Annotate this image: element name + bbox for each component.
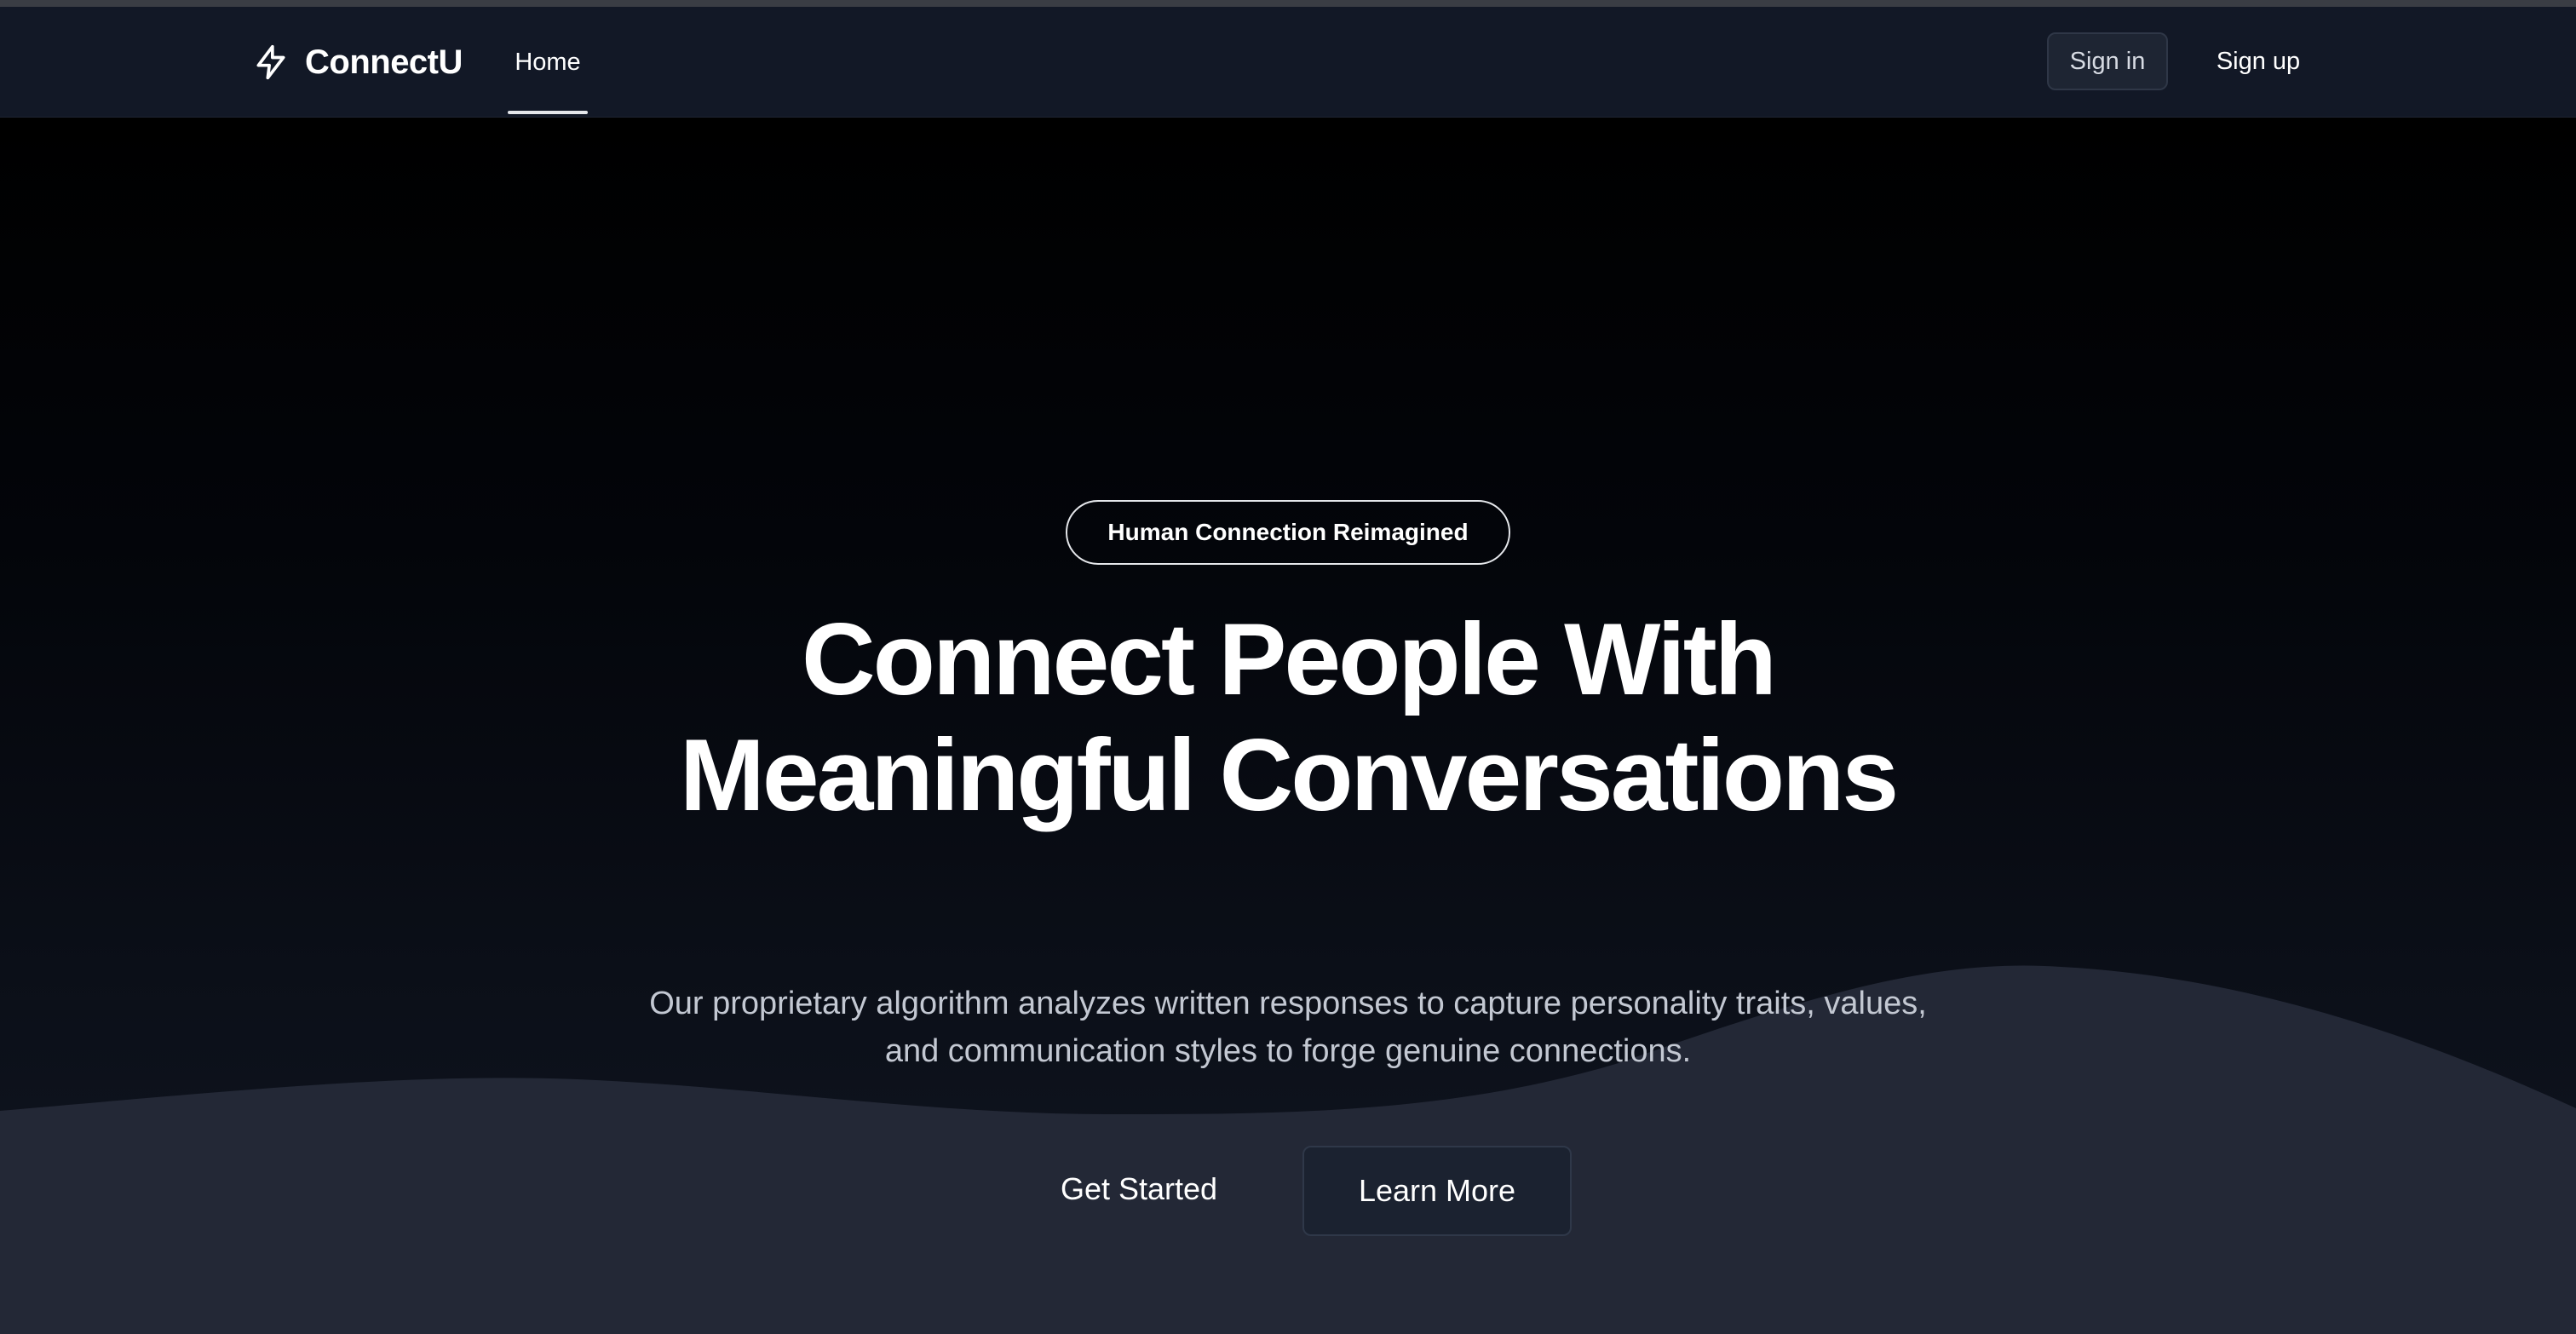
sign-up-button[interactable]: Sign up [2198, 32, 2319, 90]
hero-section: Human Connection Reimagined Connect Peop… [0, 118, 2576, 1334]
navbar: ConnectU Home Sign in Sign up [0, 7, 2576, 118]
lightning-bolt-icon [256, 44, 285, 80]
browser-top-strip [0, 0, 2576, 7]
hero-subtext: Our proprietary algorithm analyzes writt… [649, 986, 1927, 1069]
brand-logo[interactable]: ConnectU [252, 37, 463, 87]
brand-name: ConnectU [305, 43, 463, 81]
hero-headline-line-1: Connect People With [802, 602, 1777, 716]
hero-badge: Human Connection Reimagined [1066, 500, 1510, 565]
nav-item-home[interactable]: Home [508, 7, 588, 118]
get-started-button[interactable]: Get Started [1014, 1147, 1264, 1232]
hero-headline-line-2: Meaningful Conversations [679, 718, 1899, 832]
hero-headline: Connect People With Meaningful Conversat… [521, 601, 2055, 833]
sign-in-button[interactable]: Sign in [2047, 32, 2168, 90]
nav-active-indicator [508, 111, 588, 114]
learn-more-button[interactable]: Learn More [1302, 1146, 1572, 1236]
